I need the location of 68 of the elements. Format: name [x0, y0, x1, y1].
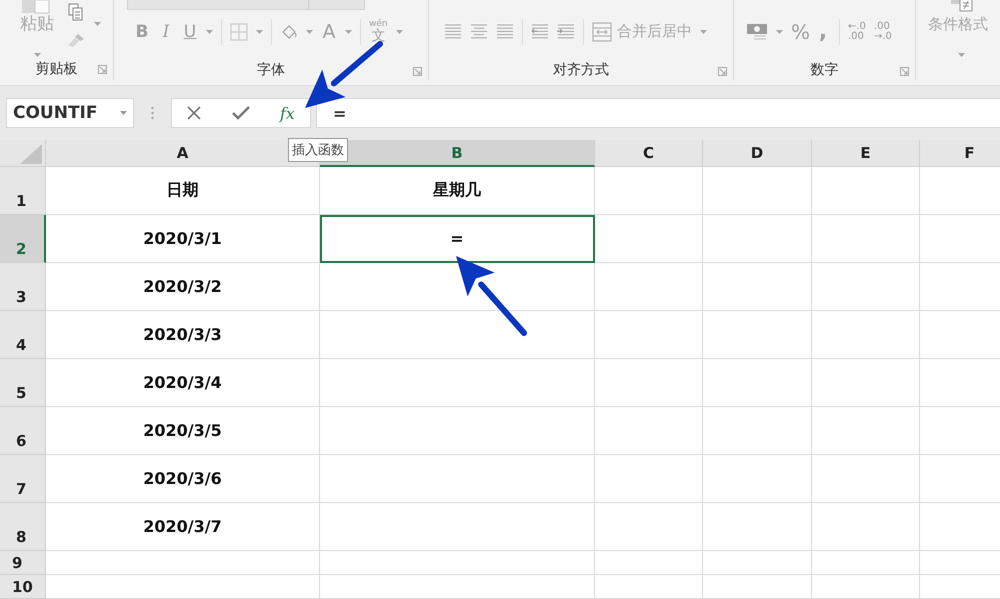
row-header[interactable]: 5	[0, 359, 46, 407]
caret-icon[interactable]	[396, 30, 403, 34]
caret-icon[interactable]	[34, 53, 41, 57]
copy-icon[interactable]	[68, 3, 84, 21]
merge-icon	[592, 22, 612, 42]
row-header[interactable]: 7	[0, 455, 46, 503]
caret-icon[interactable]	[700, 30, 707, 34]
font-name-field[interactable]	[127, 0, 309, 10]
table-cell: 2020/3/1	[46, 215, 320, 263]
table-cell: 日期	[46, 167, 320, 215]
tooltip: 插入函数	[288, 138, 348, 162]
cancel-icon[interactable]	[187, 106, 202, 120]
table-cell: =	[320, 215, 595, 263]
caret-icon[interactable]	[958, 53, 965, 57]
currency-icon[interactable]	[746, 22, 768, 42]
formula-input[interactable]: =	[316, 98, 1000, 128]
row-header[interactable]: 6	[0, 407, 46, 455]
align-center-icon[interactable]	[470, 22, 488, 40]
corner-triangle-icon	[20, 144, 42, 164]
paste-icon[interactable]	[22, 0, 50, 14]
format-painter-icon[interactable]	[66, 33, 86, 48]
caret-icon[interactable]	[306, 30, 313, 34]
column-header[interactable]: D	[703, 140, 812, 167]
table-cell: 2020/3/3	[46, 311, 320, 359]
row-header[interactable]: 4	[0, 311, 46, 359]
row-header[interactable]: 3	[0, 263, 46, 311]
name-box[interactable]: COUNTIF	[6, 98, 134, 128]
table-cell: 2020/3/6	[46, 455, 320, 503]
group-label: 字体	[257, 61, 285, 79]
table-cell: 2020/3/2	[46, 263, 320, 311]
check-icon[interactable]	[232, 106, 250, 120]
caret-icon[interactable]	[345, 30, 352, 34]
border-icon[interactable]	[230, 22, 248, 40]
font-size-field[interactable]	[308, 0, 365, 10]
group-label: 对齐方式	[553, 61, 609, 79]
row-header[interactable]: 1	[0, 167, 46, 215]
caret-icon[interactable]	[94, 22, 101, 26]
table-cell: 星期几	[320, 167, 595, 215]
align-right-icon[interactable]	[496, 22, 514, 40]
group-label: 剪贴板	[36, 60, 78, 78]
decrease-indent-icon[interactable]	[531, 22, 549, 40]
dialog-launcher-icon[interactable]	[900, 67, 909, 76]
fill-bucket-icon[interactable]	[280, 22, 298, 40]
row-header[interactable]: 2	[0, 215, 46, 263]
caret-icon[interactable]	[120, 111, 127, 115]
group-label: 数字	[810, 61, 838, 79]
column-header[interactable]: C	[595, 140, 703, 167]
column-header[interactable]: F	[920, 140, 1000, 167]
dialog-launcher-icon[interactable]	[718, 67, 727, 76]
align-left-icon[interactable]	[444, 22, 462, 40]
row-header[interactable]: 8	[0, 503, 46, 551]
grip-icon[interactable]	[151, 106, 154, 120]
row-header[interactable]: 9	[0, 551, 46, 575]
table-cell: 2020/3/7	[46, 503, 320, 551]
caret-icon[interactable]	[206, 30, 213, 34]
column-header[interactable]: E	[812, 140, 920, 167]
dialog-launcher-icon[interactable]	[413, 67, 422, 76]
row-header[interactable]: 10	[0, 575, 46, 599]
table-cell: 2020/3/4	[46, 359, 320, 407]
increase-indent-icon[interactable]	[557, 22, 575, 40]
table-cell: 2020/3/5	[46, 407, 320, 455]
select-all-corner[interactable]	[0, 140, 46, 167]
insert-function-button[interactable]: fx	[280, 104, 295, 122]
caret-icon[interactable]	[256, 30, 263, 34]
conditional-format-icon[interactable]	[951, 0, 975, 12]
dialog-launcher-icon[interactable]	[98, 65, 107, 74]
caret-icon[interactable]	[776, 30, 783, 34]
name-box-text: COUNTIF	[13, 103, 98, 123]
